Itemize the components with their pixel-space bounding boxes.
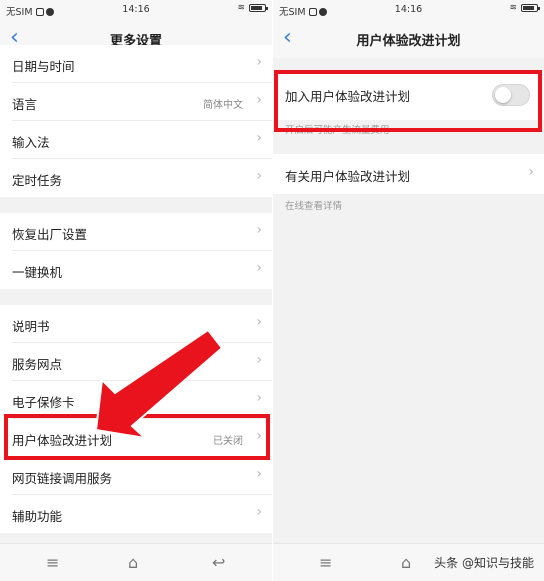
title-bar: ‹ 用户体验改进计划: [273, 20, 544, 58]
system-nav-bar: ≡ ⌂ ↩: [0, 543, 272, 581]
list-item[interactable]: 输入法 ›: [0, 121, 272, 159]
wifi-icon: ≋: [509, 3, 517, 13]
settings-group-2: 恢复出厂设置 › 一键换机 ›: [0, 213, 272, 289]
list-item[interactable]: 语言 简体中文 ›: [0, 83, 272, 121]
highlight-box: [4, 414, 270, 460]
more-settings-screen: 无SIM 14:16 ≋ ‹ 更多设置 日期与时间 › 语言 简体中文 › 输入法 › …: [0, 0, 272, 581]
watermark: 头条 @知识与技能: [434, 556, 534, 570]
about-hint: 在线查看详情: [285, 201, 343, 212]
chevron-right-icon: ›: [256, 130, 262, 146]
chevron-right-icon: ›: [256, 168, 262, 184]
menu-icon[interactable]: ≡: [46, 553, 59, 572]
list-item[interactable]: 一键换机 ›: [0, 251, 272, 289]
menu-icon[interactable]: ≡: [319, 553, 332, 572]
settings-group-1: 日期与时间 › 语言 简体中文 › 输入法 › 定时任务 ›: [0, 45, 272, 197]
clock: 14:16: [122, 4, 150, 15]
about-program-group: 有关用户体验改进计划 ›: [273, 154, 544, 194]
list-item[interactable]: 辅助功能 ›: [0, 495, 272, 533]
status-bar: 无SIM 14:16 ≋: [0, 0, 272, 20]
chevron-right-icon: ›: [256, 222, 262, 238]
chevron-right-icon: ›: [256, 92, 262, 108]
chevron-right-icon: ›: [256, 314, 262, 330]
chevron-right-icon: ›: [256, 466, 262, 482]
list-item[interactable]: 定时任务 ›: [0, 159, 272, 197]
chevron-right-icon: ›: [256, 390, 262, 406]
list-item[interactable]: 服务网点 ›: [0, 343, 272, 381]
chevron-right-icon: ›: [256, 504, 262, 520]
about-program-item[interactable]: 有关用户体验改进计划 ›: [273, 154, 544, 194]
list-item[interactable]: 恢复出厂设置 ›: [0, 213, 272, 251]
home-icon[interactable]: ⌂: [128, 553, 138, 572]
status-bar: 无SIM 14:16 ≋: [273, 0, 544, 20]
chevron-right-icon: ›: [256, 260, 262, 276]
battery-icon: [521, 4, 540, 12]
user-experience-program-screen: 无SIM 14:16 ≋ ‹ 用户体验改进计划 加入用户体验改进计划 开启后可能…: [273, 0, 544, 581]
highlight-box: [274, 70, 542, 132]
list-item[interactable]: 日期与时间 ›: [0, 45, 272, 83]
battery-icon: [249, 4, 268, 12]
list-item[interactable]: 网页链接调用服务 ›: [0, 457, 272, 495]
clock: 14:16: [394, 4, 423, 15]
list-item[interactable]: 说明书 ›: [0, 305, 272, 343]
return-icon[interactable]: ↩: [212, 553, 225, 572]
home-icon[interactable]: ⌂: [401, 553, 411, 572]
chevron-right-icon: ›: [528, 164, 534, 180]
chevron-right-icon: ›: [256, 54, 262, 70]
wifi-icon: ≋: [237, 3, 245, 13]
chevron-right-icon: ›: [256, 352, 262, 368]
page-title: 用户体验改进计划: [356, 34, 461, 49]
